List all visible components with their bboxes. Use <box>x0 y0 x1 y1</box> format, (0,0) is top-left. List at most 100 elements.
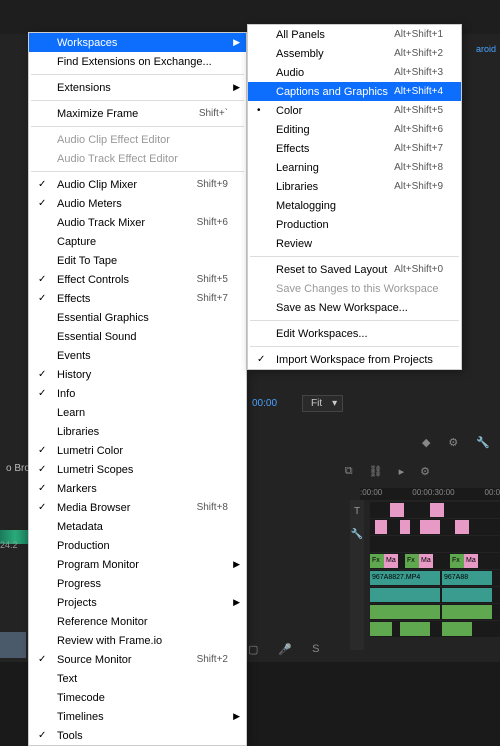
menu-item[interactable]: EffectsAlt+Shift+7 <box>248 139 461 158</box>
menu-item[interactable]: Metadata <box>29 517 246 536</box>
audio-clip[interactable] <box>442 588 492 602</box>
menu-item[interactable]: ✓EffectsShift+7 <box>29 289 246 308</box>
audio-clip[interactable] <box>370 622 392 636</box>
menu-item[interactable]: Production <box>29 536 246 555</box>
icon1[interactable]: ▢ <box>248 643 258 656</box>
menu-item[interactable]: Libraries <box>29 422 246 441</box>
menu-item[interactable]: •ColorAlt+Shift+5 <box>248 101 461 120</box>
menu-item-label: Audio Track Effect Editor <box>57 153 178 165</box>
menu-item[interactable]: AssemblyAlt+Shift+2 <box>248 44 461 63</box>
menu-item[interactable]: Review <box>248 234 461 253</box>
menu-item[interactable]: ✓Effect ControlsShift+5 <box>29 270 246 289</box>
menu-item[interactable]: Captions and GraphicsAlt+Shift+4 <box>248 82 461 101</box>
link-icon[interactable]: ⛓ <box>369 465 383 478</box>
marker-icon[interactable]: ◆ <box>422 436 430 449</box>
marker-add-icon[interactable]: ▸ <box>399 465 405 478</box>
track-v0: Fx Ma Fx Ma Fx Ma <box>370 553 500 569</box>
window-menu-dropdown: Workspaces▶Find Extensions on Exchange..… <box>28 32 247 746</box>
timeline-tool-icons: ⧉ ⛓ ▸ ⚙ <box>345 465 430 478</box>
clip[interactable]: Ma <box>464 554 478 568</box>
timeline-ruler[interactable]: :00:00 00:00:30:00 00:01:00 <box>360 488 500 500</box>
menu-item[interactable]: ✓Info <box>29 384 246 403</box>
menu-item-label: Audio Track Mixer <box>57 217 145 229</box>
menu-item[interactable]: LibrariesAlt+Shift+9 <box>248 177 461 196</box>
menu-item[interactable]: ✓Audio Meters <box>29 194 246 213</box>
menu-item[interactable]: Capture <box>29 232 246 251</box>
menu-item[interactable]: ✓Media BrowserShift+8 <box>29 498 246 517</box>
fx-clip[interactable]: Fx <box>370 554 384 568</box>
menu-item[interactable]: Save as New Workspace... <box>248 298 461 317</box>
snap-icon[interactable]: ⧉ <box>345 465 353 478</box>
audio-clip[interactable] <box>442 622 472 636</box>
menu-item[interactable]: Workspaces▶ <box>29 33 246 52</box>
audio-clip[interactable] <box>370 588 440 602</box>
wrench-icon[interactable]: 🔧 <box>476 436 490 449</box>
menu-item[interactable]: Essential Graphics <box>29 308 246 327</box>
menu-item-label: Progress <box>57 578 101 590</box>
menu-item[interactable]: ✓Markers <box>29 479 246 498</box>
mic-icon[interactable]: 🎤 <box>278 643 292 656</box>
menu-item[interactable]: Reference Monitor <box>29 612 246 631</box>
video-clip[interactable]: 967A88 <box>442 571 492 585</box>
menu-item[interactable]: Events <box>29 346 246 365</box>
menu-item[interactable]: Timelines▶ <box>29 707 246 726</box>
audio-clip[interactable] <box>400 622 430 636</box>
menu-item[interactable]: EditingAlt+Shift+6 <box>248 120 461 139</box>
menu-item[interactable]: Find Extensions on Exchange... <box>29 52 246 71</box>
clip[interactable] <box>420 520 440 534</box>
tool-wrench-icon[interactable]: 🔧 <box>350 523 364 546</box>
s-icon[interactable]: S <box>312 643 319 656</box>
menu-item[interactable]: Program Monitor▶ <box>29 555 246 574</box>
menu-item[interactable]: ✓Source MonitorShift+2 <box>29 650 246 669</box>
menu-item[interactable]: Text <box>29 669 246 688</box>
clip[interactable] <box>375 520 387 534</box>
menu-item[interactable]: ✓Audio Clip MixerShift+9 <box>29 175 246 194</box>
fx-clip[interactable]: Fx <box>450 554 464 568</box>
menu-item[interactable]: Timecode <box>29 688 246 707</box>
shortcut-label: Shift+9 <box>197 179 228 190</box>
clip[interactable] <box>400 520 410 534</box>
menu-item[interactable]: LearningAlt+Shift+8 <box>248 158 461 177</box>
audio-clip[interactable] <box>442 605 492 619</box>
menu-item[interactable]: ✓History <box>29 365 246 384</box>
clip[interactable]: Ma <box>419 554 433 568</box>
menu-item[interactable]: ✓Lumetri Scopes <box>29 460 246 479</box>
menu-item[interactable]: Edit Workspaces... <box>248 324 461 343</box>
fx-clip[interactable]: Fx <box>405 554 419 568</box>
settings2-icon[interactable]: ⚙ <box>420 465 430 478</box>
menu-item[interactable]: Maximize FrameShift+` <box>29 104 246 123</box>
video-clip[interactable]: 967A8827.MP4 <box>370 571 440 585</box>
zoom-fit-dropdown[interactable]: Fit ▾ <box>302 395 343 412</box>
shortcut-label: Shift+8 <box>197 502 228 513</box>
menu-item[interactable]: Production <box>248 215 461 234</box>
menu-item[interactable]: Essential Sound <box>29 327 246 346</box>
settings-icon[interactable]: ⚙ <box>448 436 458 449</box>
menu-item[interactable]: Edit To Tape <box>29 251 246 270</box>
menu-item[interactable]: ✓Import Workspace from Projects <box>248 350 461 369</box>
check-icon: ✓ <box>38 445 46 456</box>
clip[interactable] <box>430 503 444 517</box>
clip[interactable] <box>390 503 404 517</box>
menu-item[interactable]: Projects▶ <box>29 593 246 612</box>
menu-item[interactable]: Progress <box>29 574 246 593</box>
menu-item[interactable]: Review with Frame.io <box>29 631 246 650</box>
chevron-down-icon: ▾ <box>332 398 337 409</box>
menu-item-label: Essential Sound <box>57 331 137 343</box>
menu-item[interactable]: AudioAlt+Shift+3 <box>248 63 461 82</box>
menu-item[interactable]: Learn <box>29 403 246 422</box>
menu-item[interactable]: ✓Tools <box>29 726 246 745</box>
menu-item[interactable]: Metalogging <box>248 196 461 215</box>
clip[interactable] <box>455 520 469 534</box>
menu-item[interactable]: Reset to Saved LayoutAlt+Shift+0 <box>248 260 461 279</box>
menu-item-label: Info <box>57 388 75 400</box>
menu-item[interactable]: ✓Lumetri Color <box>29 441 246 460</box>
menu-item[interactable]: Extensions▶ <box>29 78 246 97</box>
audio-clip[interactable] <box>370 605 440 619</box>
menu-item-label: Audio Clip Effect Editor <box>57 134 170 146</box>
menu-item[interactable]: Audio Track MixerShift+6 <box>29 213 246 232</box>
tool-text-icon[interactable]: T <box>350 500 364 523</box>
clip[interactable]: Ma <box>384 554 398 568</box>
timecode-display[interactable]: 00:00 <box>252 398 277 409</box>
menu-item[interactable]: All PanelsAlt+Shift+1 <box>248 25 461 44</box>
menu-item-label: Review with Frame.io <box>57 635 162 647</box>
